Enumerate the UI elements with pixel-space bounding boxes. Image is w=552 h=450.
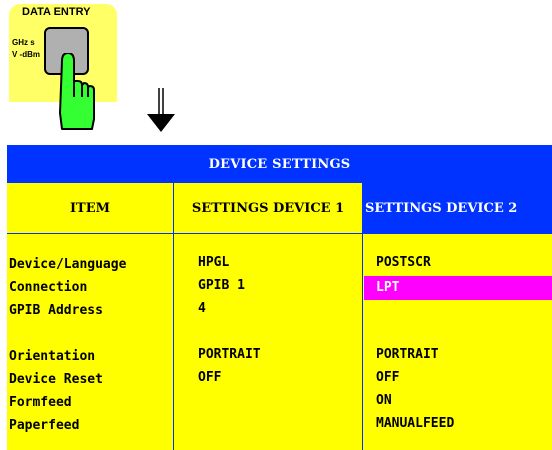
column-header-settings-device-2[interactable]: SETTINGS DEVICE 2 (363, 183, 552, 234)
device2-connection-cell-selected[interactable]: LPT (364, 276, 552, 300)
arrow-down-icon (147, 88, 175, 132)
hand-pointer-icon (59, 53, 95, 130)
item-gpib-address: GPIB Address (9, 303, 103, 318)
device1-gpib-address-value[interactable]: 4 (198, 301, 206, 316)
device2-orientation-value[interactable]: PORTRAIT (376, 347, 439, 362)
table-title: DEVICE SETTINGS (7, 145, 552, 183)
unit-label-ghz: GHz s (12, 38, 35, 47)
device2-paperfeed-value[interactable]: MANUALFEED (376, 416, 454, 431)
item-formfeed: Formfeed (9, 395, 72, 410)
device2-device-reset-value[interactable]: OFF (376, 370, 399, 385)
device2-formfeed-value[interactable]: ON (376, 393, 392, 408)
item-connection: Connection (9, 280, 88, 295)
device1-orientation-value[interactable]: PORTRAIT (198, 347, 261, 362)
item-device-language: Device/Language (9, 257, 127, 272)
item-paperfeed: Paperfeed (9, 418, 80, 433)
item-device-reset: Device Reset (9, 372, 103, 387)
column-header-item[interactable]: ITEM (7, 183, 174, 234)
device2-connection-value: LPT (376, 280, 400, 295)
column-header-settings-device-1[interactable]: SETTINGS DEVICE 1 (174, 183, 363, 234)
device1-language-value[interactable]: HPGL (198, 255, 229, 270)
item-orientation: Orientation (9, 349, 96, 364)
unit-label-dbm: V -dBm (12, 50, 40, 59)
device-settings-table: DEVICE SETTINGS ITEM SETTINGS DEVICE 1 S… (7, 145, 552, 450)
device1-device-reset-value[interactable]: OFF (198, 370, 221, 385)
device1-connection-value[interactable]: GPIB 1 (198, 278, 245, 293)
device2-language-value[interactable]: POSTSCR (376, 255, 431, 270)
data-entry-label: DATA ENTRY (22, 6, 91, 18)
